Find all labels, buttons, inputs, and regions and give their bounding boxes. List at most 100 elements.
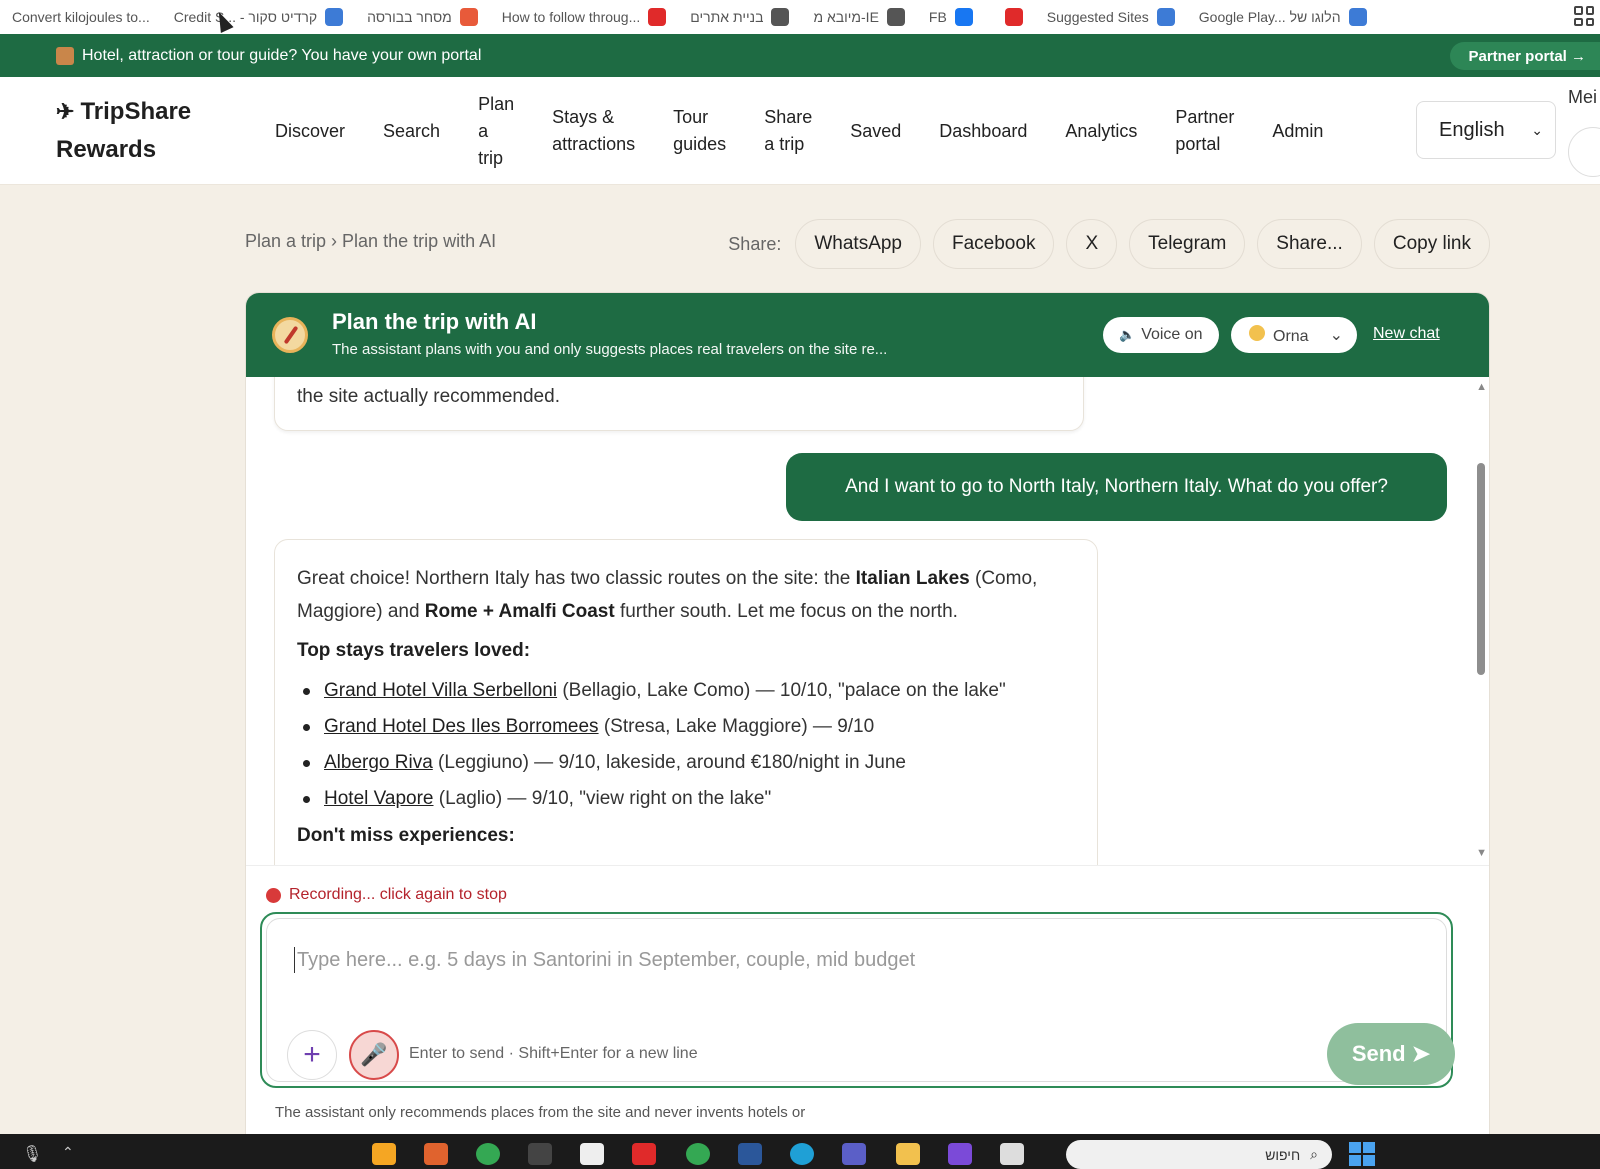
app-icon-files[interactable] [1000, 1143, 1024, 1165]
share-copy-link-button[interactable]: Copy link [1373, 219, 1490, 269]
partner-portal-button[interactable]: Partner portal → [1450, 42, 1600, 70]
ai-chat-panel: Plan the trip with AI The assistant plan… [245, 292, 1490, 1169]
bookmark-item[interactable]: Suggested Sites [1035, 8, 1187, 26]
bookmark-item[interactable]: Google Play... הלוגו של [1187, 8, 1379, 26]
microphone-icon[interactable]: 🎙 [22, 1144, 42, 1164]
assistant-message: the site actually recommended. [274, 377, 1084, 431]
nav-item-share-a-trip[interactable]: Share a trip [745, 104, 831, 158]
microphone-button[interactable]: 🎤 [349, 1030, 399, 1080]
bookmark-item[interactable]: מסחר בבורסה [355, 8, 490, 26]
youtube-icon [648, 8, 667, 26]
bird-icon [459, 8, 478, 26]
hotel-detail: (Leggiuno) — 9/10, lakeside, around €180… [432, 752, 906, 773]
message-input[interactable]: Type here... e.g. 5 days in Santorini in… [260, 912, 1455, 1088]
banner-text: Hotel, attraction or tour guide? You hav… [82, 46, 482, 64]
persona-select[interactable]: Orna ⌄ [1231, 317, 1357, 353]
share-whatsapp-button[interactable]: WhatsApp [795, 219, 921, 269]
microphone-icon: 🎤 [360, 1042, 388, 1067]
partner-banner: Hotel, attraction or tour guide? You hav… [0, 34, 1600, 77]
hotel-link[interactable]: Grand Hotel Villa Serbelloni [324, 680, 557, 701]
nav-item-partner-portal[interactable]: Partner portal [1156, 104, 1253, 158]
section-heading: Top stays travelers loved: [297, 640, 531, 661]
hotel-detail: (Stresa, Lake Maggiore) — 9/10 [598, 716, 875, 737]
chrome-icon[interactable] [476, 1143, 500, 1165]
scale-icon [325, 8, 344, 26]
hotel-link[interactable]: Grand Hotel Des Iles Borromees [324, 716, 599, 737]
chevron-up-icon[interactable]: ⌃ [62, 1144, 74, 1161]
user-menu-label[interactable]: Mei [1568, 87, 1597, 108]
edge-icon[interactable] [790, 1143, 814, 1165]
taskbar-search[interactable]: חיפוש ⌕ [1066, 1140, 1332, 1169]
chrome-icon[interactable] [686, 1143, 710, 1165]
chevron-down-icon: ⌄ [1531, 121, 1543, 138]
nav-item-dashboard[interactable]: Dashboard [920, 118, 1046, 145]
nav-item-stays-attractions[interactable]: Stays & attractions [533, 104, 654, 158]
nav-item-analytics[interactable]: Analytics [1046, 118, 1156, 145]
bookmark-item[interactable]: Convert kilojoules to... [0, 9, 162, 25]
copilot-icon[interactable] [948, 1143, 972, 1165]
share-bar: Share: WhatsApp Facebook X Telegram Share...… [728, 219, 1490, 269]
nav-item-admin[interactable]: Admin [1253, 118, 1342, 145]
message-composer: Recording... click again to stop Type he… [246, 865, 1489, 1168]
text-caret [294, 947, 295, 973]
share-share-button[interactable]: Share... [1257, 219, 1362, 269]
scroll-up-arrow[interactable]: ▲ [1476, 381, 1487, 393]
bookmark-item[interactable]: Credit S... - קרדיט סקור [162, 8, 355, 26]
bookmark-label: FB [928, 9, 947, 25]
stays-list: Grand Hotel Villa Serbelloni (Bellagio, … [297, 673, 1075, 817]
nav-item-tour-guides[interactable]: Tour guides [654, 104, 745, 158]
bookmark-item[interactable]: How to follow throug... [490, 8, 679, 26]
share-x-button[interactable]: X [1066, 219, 1118, 269]
avatar[interactable] [1568, 127, 1600, 177]
share-facebook-button[interactable]: Facebook [933, 219, 1055, 269]
send-button[interactable]: Send ➤ [1327, 1023, 1455, 1085]
nav-item-label: Stays & [552, 107, 615, 127]
message-intro: Great choice! Northern Italy has two cla… [297, 568, 1038, 622]
word-icon[interactable] [738, 1143, 762, 1165]
language-select[interactable]: English ⌄ [1416, 101, 1556, 159]
app-icon-camera[interactable] [372, 1143, 396, 1165]
list-item: Hotel Vapore (Laglio) — 9/10, "view righ… [297, 781, 1075, 817]
bookmark-label: מיובא מ-IE [813, 9, 879, 25]
recording-status[interactable]: Recording... click again to stop [266, 886, 507, 904]
nav-item-saved[interactable]: Saved [831, 118, 920, 145]
windows-start-icon[interactable] [1349, 1142, 1375, 1166]
scroll-down-arrow[interactable]: ▼ [1476, 847, 1487, 859]
hotel-link[interactable]: Hotel Vapore [324, 788, 434, 809]
teams-icon[interactable] [842, 1143, 866, 1165]
voice-toggle-button[interactable]: 🔈 Voice on [1103, 317, 1219, 353]
site-logo[interactable]: ✈ TripShare Rewards [56, 93, 191, 169]
bookmark-item[interactable]: בניית אתרים [678, 8, 801, 26]
nav-item-label: Admin [1272, 120, 1324, 141]
message-input-inner[interactable]: Type here... e.g. 5 days in Santorini in… [266, 918, 1455, 1085]
nav-item-label: a [478, 120, 489, 141]
nav-item-discover[interactable]: Discover [256, 118, 364, 145]
app-icon-claude[interactable] [424, 1143, 448, 1165]
terminal-icon[interactable] [528, 1143, 552, 1165]
search-icon: ⌕ [1310, 1146, 1318, 1162]
app-icon-a[interactable] [580, 1143, 604, 1165]
message-list[interactable]: the site actually recommended. And I wan… [246, 377, 1489, 865]
hotel-link[interactable]: Albergo Riva [324, 752, 433, 773]
nav-item-search[interactable]: Search [364, 118, 459, 145]
apps-grid-icon[interactable] [1574, 6, 1594, 26]
attach-button[interactable]: + [287, 1030, 337, 1080]
bookmark-item[interactable]: FB [917, 8, 985, 26]
chat-subtitle: The assistant plans with you and only su… [332, 341, 888, 358]
scrollbar-thumb[interactable] [1477, 463, 1485, 675]
hotel-icon [56, 46, 74, 65]
share-telegram-button[interactable]: Telegram [1129, 219, 1246, 269]
new-chat-link[interactable]: New chat [1373, 325, 1440, 343]
nav-item-plan-a-trip[interactable]: Plan a trip [459, 91, 533, 172]
nav-item-label: a trip [764, 134, 805, 154]
folder-icon[interactable] [896, 1143, 920, 1165]
bookmark-label: Credit S... - קרדיט סקור [173, 9, 318, 25]
nav-item-label: trip [478, 147, 504, 168]
hotel-detail: (Bellagio, Lake Como) — 10/10, "palace o… [557, 680, 1006, 701]
bookmark-label: How to follow throug... [501, 9, 641, 25]
youtube-icon[interactable] [632, 1143, 656, 1165]
bookmark-item[interactable] [985, 8, 1035, 26]
nav-item-label: guides [673, 134, 727, 154]
taskbar-search-text: חיפוש [1265, 1146, 1301, 1163]
bookmark-item[interactable]: מיובא מ-IE [801, 8, 916, 26]
